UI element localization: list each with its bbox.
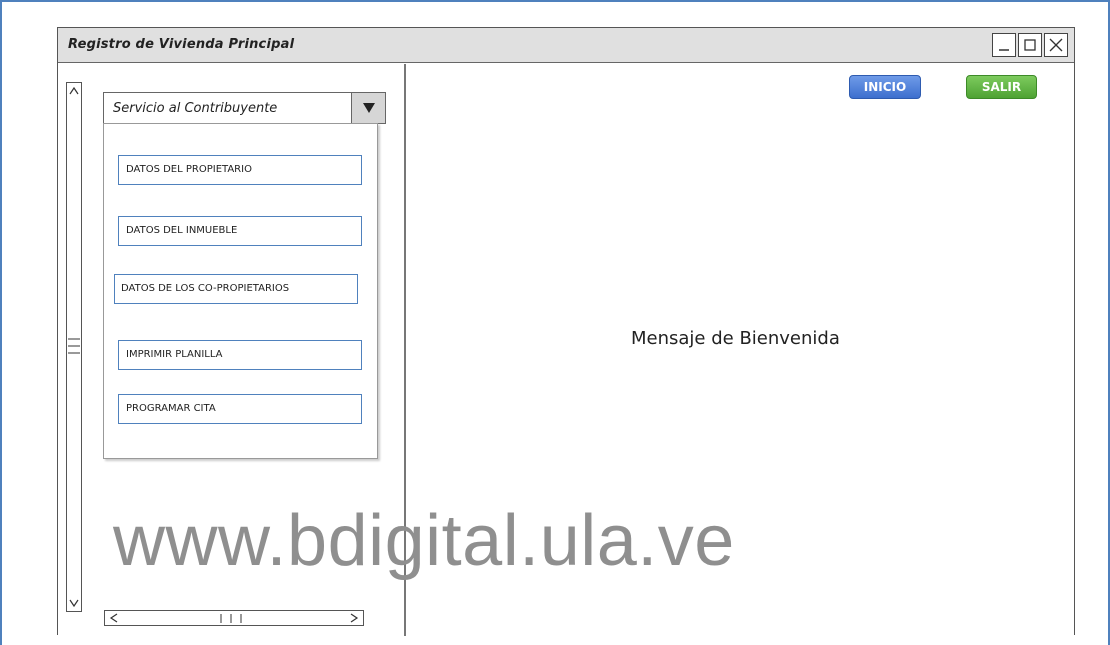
scroll-up-icon[interactable]: [68, 85, 80, 97]
scroll-down-icon[interactable]: [68, 597, 80, 609]
dropdown-menu: DATOS DEL PROPIETARIO DATOS DEL INMUEBLE…: [103, 123, 378, 459]
dropdown-toggle-button[interactable]: [351, 93, 385, 123]
close-icon[interactable]: [1044, 33, 1068, 57]
menu-item-datos-inmueble[interactable]: DATOS DEL INMUEBLE: [118, 216, 362, 246]
triangle-down-icon: [363, 103, 375, 113]
horizontal-scroll-thumb[interactable]: [217, 612, 247, 624]
scroll-thumb[interactable]: [68, 335, 80, 357]
window-controls: [990, 33, 1068, 57]
maximize-icon[interactable]: [1018, 33, 1042, 57]
menu-item-datos-propietario[interactable]: DATOS DEL PROPIETARIO: [118, 155, 362, 185]
minimize-icon[interactable]: [992, 33, 1016, 57]
menu-item-imprimir-planilla[interactable]: IMPRIMIR PLANILLA: [118, 340, 362, 370]
menu-item-programar-cita[interactable]: PROGRAMAR CITA: [118, 394, 362, 424]
scroll-left-icon[interactable]: [109, 612, 119, 624]
horizontal-scrollbar[interactable]: [104, 610, 364, 626]
vertical-scrollbar[interactable]: [66, 82, 82, 612]
scroll-right-icon[interactable]: [349, 612, 359, 624]
service-dropdown[interactable]: Servicio al Contribuyente: [103, 92, 386, 124]
menu-item-datos-copropietarios[interactable]: DATOS DE LOS CO-PROPIETARIOS: [114, 274, 358, 304]
dropdown-selected-value: Servicio al Contribuyente: [113, 101, 278, 116]
title-bar: Registro de Vivienda Principal: [58, 28, 1074, 63]
window-title: Registro de Vivienda Principal: [68, 37, 295, 52]
salir-button[interactable]: SALIR: [966, 75, 1037, 99]
welcome-message: Mensaje de Bienvenida: [631, 328, 840, 349]
watermark: www.bdigital.ula.ve: [113, 501, 735, 581]
inicio-button[interactable]: INICIO: [849, 75, 921, 99]
